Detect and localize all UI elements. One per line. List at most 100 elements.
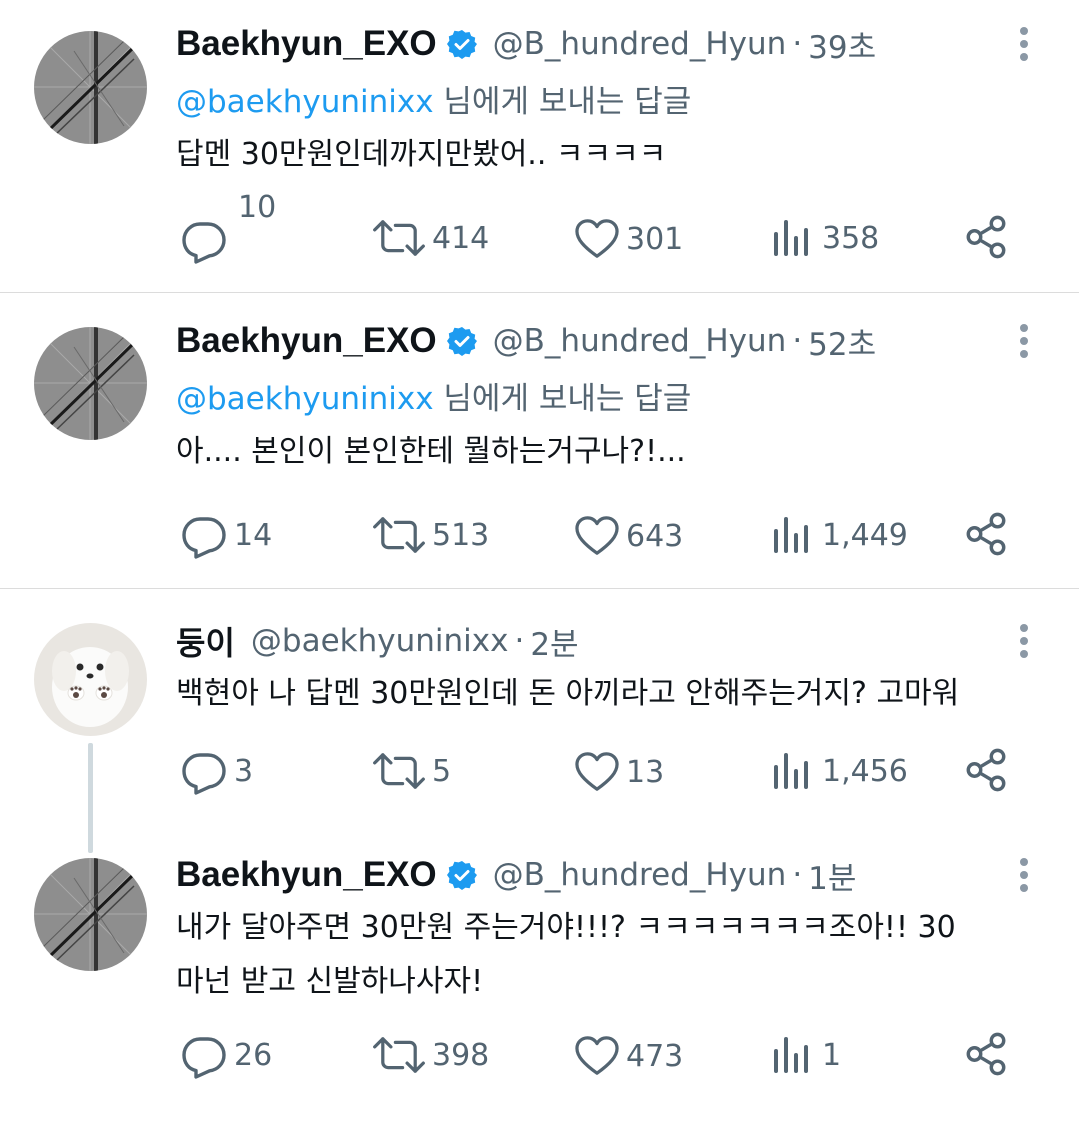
tweet-3[interactable]: 둥이 @baekhyuninixx · 2분 백현아 나 답멘 30만원인데 돈… xyxy=(0,589,1079,853)
separator-dot: · xyxy=(792,857,803,893)
retweet-icon xyxy=(372,513,426,557)
reply-mention-link[interactable]: @baekhyuninixx xyxy=(176,381,434,417)
reply-count: 14 xyxy=(234,517,273,553)
retweet-icon xyxy=(372,749,426,793)
views-icon xyxy=(772,218,812,258)
tweet-text: 아.... 본인이 본인한테 뭘하는거구나?!... xyxy=(176,434,686,469)
reply-button[interactable]: 10 xyxy=(180,190,276,264)
like-button[interactable]: 301 xyxy=(574,218,683,260)
user-handle[interactable]: @B_hundred_Hyun xyxy=(493,323,787,359)
view-count: 358 xyxy=(822,220,880,256)
more-icon[interactable] xyxy=(1014,319,1034,363)
like-count: 643 xyxy=(626,518,684,554)
reply-button[interactable]: 14 xyxy=(180,511,272,559)
more-icon[interactable] xyxy=(1014,619,1034,663)
share-button[interactable] xyxy=(963,511,1009,557)
tweet-2[interactable]: Baekhyun_EXO @B_hundred_Hyun · 52초 @baek… xyxy=(0,293,1079,588)
timestamp[interactable]: 52초 xyxy=(808,319,876,364)
action-bar: 10 414 301 358 xyxy=(0,190,1079,264)
view-count: 1,456 xyxy=(822,753,908,789)
user-handle[interactable]: @baekhyuninixx xyxy=(251,623,509,659)
reply-suffix: 님에게 보내는 답글 xyxy=(433,381,692,417)
action-bar: 14 513 643 1,449 xyxy=(0,505,1079,565)
replying-to: @baekhyuninixx 님에게 보내는 답글 xyxy=(176,373,691,418)
views-button[interactable]: 358 xyxy=(772,218,879,258)
avatar[interactable] xyxy=(34,858,147,971)
retweet-icon xyxy=(372,216,426,260)
tweet-text: 백현아 나 답멘 30만원인데 돈 아끼라고 안해주는거지? 고마워 xyxy=(176,676,960,711)
reply-icon xyxy=(180,511,228,559)
view-count: 1 xyxy=(822,1037,842,1073)
display-name[interactable]: 둥이 xyxy=(176,618,235,664)
share-button[interactable] xyxy=(963,747,1009,793)
retweet-count: 5 xyxy=(432,753,452,789)
tweet-header: 둥이 @baekhyuninixx · 2분 xyxy=(176,619,579,663)
share-button[interactable] xyxy=(963,214,1009,260)
display-name[interactable]: Baekhyun_EXO xyxy=(176,321,437,361)
like-icon xyxy=(574,1035,620,1077)
view-count: 1,449 xyxy=(822,517,908,553)
like-button[interactable]: 13 xyxy=(574,751,664,793)
like-button[interactable]: 643 xyxy=(574,515,683,557)
like-icon xyxy=(574,751,620,793)
avatar[interactable] xyxy=(34,31,147,144)
action-bar: 3 5 13 1,456 xyxy=(0,741,1079,801)
more-icon[interactable] xyxy=(1014,853,1034,897)
reply-button[interactable]: 26 xyxy=(180,1031,272,1079)
views-button[interactable]: 1,456 xyxy=(772,751,908,791)
tweet-1[interactable]: Baekhyun_EXO @B_hundred_Hyun · 39초 @baek… xyxy=(0,0,1079,292)
reply-icon xyxy=(180,1031,228,1079)
like-icon xyxy=(574,515,620,557)
reply-count: 26 xyxy=(234,1037,273,1073)
display-name[interactable]: Baekhyun_EXO xyxy=(176,24,437,64)
retweet-icon xyxy=(372,1033,426,1077)
tweet-text: 내가 달아주면 30만원 주는거야!!!? ㅋㅋㅋㅋㅋㅋㅋ조아!! 30 마넌 … xyxy=(176,910,956,999)
views-button[interactable]: 1 xyxy=(772,1035,841,1075)
share-icon xyxy=(963,214,1009,260)
retweet-button[interactable]: 398 xyxy=(372,1033,489,1077)
like-button[interactable]: 473 xyxy=(574,1035,683,1077)
share-icon xyxy=(963,1031,1009,1077)
retweet-count: 513 xyxy=(432,517,490,553)
share-icon xyxy=(963,511,1009,557)
display-name[interactable]: Baekhyun_EXO xyxy=(176,855,437,895)
retweet-count: 398 xyxy=(432,1037,490,1073)
more-icon[interactable] xyxy=(1014,22,1034,66)
separator-dot: · xyxy=(514,623,525,659)
share-button[interactable] xyxy=(963,1031,1009,1077)
retweet-button[interactable]: 5 xyxy=(372,749,451,793)
user-handle[interactable]: @B_hundred_Hyun xyxy=(493,857,787,893)
reply-icon xyxy=(180,747,228,795)
action-bar: 26 398 473 1 xyxy=(0,1025,1079,1085)
timestamp[interactable]: 39초 xyxy=(808,22,876,67)
timestamp[interactable]: 1분 xyxy=(808,853,856,898)
reply-mention-link[interactable]: @baekhyuninixx xyxy=(176,84,434,120)
like-count: 473 xyxy=(626,1038,684,1074)
avatar[interactable] xyxy=(34,327,147,440)
like-count: 13 xyxy=(626,754,665,790)
tweet-4[interactable]: Baekhyun_EXO @B_hundred_Hyun · 1분 내가 달아주… xyxy=(0,849,1079,1123)
reply-count: 3 xyxy=(234,753,254,789)
replying-to: @baekhyuninixx 님에게 보내는 답글 xyxy=(176,76,691,121)
reply-suffix: 님에게 보내는 답글 xyxy=(433,84,692,120)
reply-button[interactable]: 3 xyxy=(180,747,253,795)
user-handle[interactable]: @B_hundred_Hyun xyxy=(493,26,787,62)
avatar[interactable] xyxy=(34,623,147,736)
like-icon xyxy=(574,218,620,260)
tweet-header: Baekhyun_EXO @B_hundred_Hyun · 39초 xyxy=(176,22,876,66)
separator-dot: · xyxy=(792,26,803,62)
like-count: 301 xyxy=(626,221,684,257)
tweet-header: Baekhyun_EXO @B_hundred_Hyun · 1분 xyxy=(176,853,856,897)
verified-badge-icon xyxy=(447,860,477,890)
reply-count: 10 xyxy=(238,189,277,225)
tweet-text: 답멘 30만원인데까지만봤어.. ㅋㅋㅋㅋ xyxy=(176,137,667,172)
verified-badge-icon xyxy=(447,326,477,356)
views-icon xyxy=(772,1035,812,1075)
views-button[interactable]: 1,449 xyxy=(772,515,908,555)
retweet-button[interactable]: 414 xyxy=(372,216,489,260)
timestamp[interactable]: 2분 xyxy=(530,619,578,664)
separator-dot: · xyxy=(792,323,803,359)
tweet-header: Baekhyun_EXO @B_hundred_Hyun · 52초 xyxy=(176,319,876,363)
retweet-button[interactable]: 513 xyxy=(372,513,489,557)
retweet-count: 414 xyxy=(432,220,490,256)
